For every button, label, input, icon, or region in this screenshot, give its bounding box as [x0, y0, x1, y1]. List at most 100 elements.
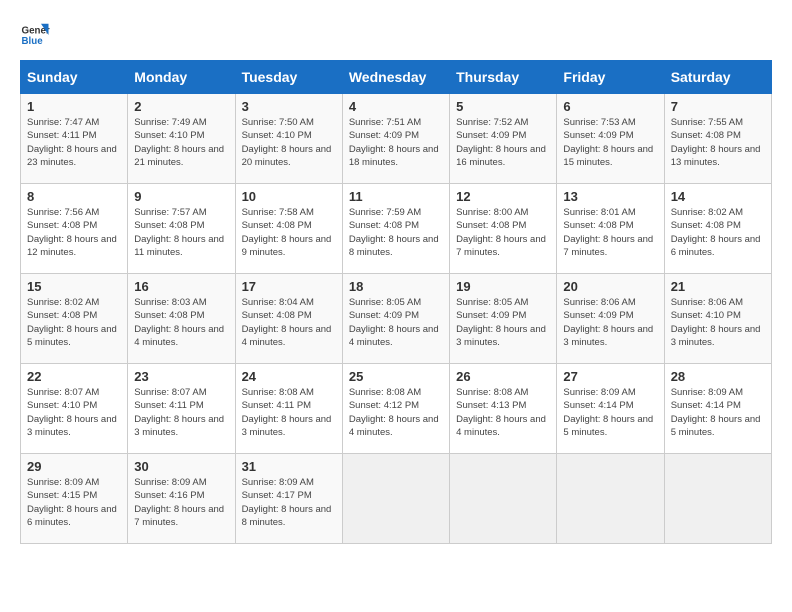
day-number: 20: [563, 279, 657, 294]
day-number: 8: [27, 189, 121, 204]
day-number: 14: [671, 189, 765, 204]
calendar-cell: 24 Sunrise: 8:08 AMSunset: 4:11 PMDayligh…: [235, 364, 342, 454]
calendar-cell: 26 Sunrise: 8:08 AMSunset: 4:13 PMDayligh…: [450, 364, 557, 454]
day-number: 17: [242, 279, 336, 294]
weekday-header: Friday: [557, 61, 664, 94]
day-number: 28: [671, 369, 765, 384]
day-number: 29: [27, 459, 121, 474]
day-info: Sunrise: 8:06 AMSunset: 4:10 PMDaylight:…: [671, 296, 765, 349]
calendar-cell: 11 Sunrise: 7:59 AMSunset: 4:08 PMDayligh…: [342, 184, 449, 274]
logo: General Blue: [20, 20, 50, 50]
calendar-cell: 2Sunrise: 7:49 AMSunset: 4:10 PMDaylight…: [128, 94, 235, 184]
day-info: Sunrise: 8:08 AMSunset: 4:13 PMDaylight:…: [456, 386, 550, 439]
weekday-header: Sunday: [21, 61, 128, 94]
calendar-cell: 16Sunrise: 8:03 AMSunset: 4:08 PMDayligh…: [128, 274, 235, 364]
day-info: Sunrise: 7:59 AMSunset: 4:08 PMDaylight:…: [349, 206, 443, 259]
day-number: 18: [349, 279, 443, 294]
day-number: 13: [563, 189, 657, 204]
calendar-cell: 22Sunrise: 8:07 AMSunset: 4:10 PMDayligh…: [21, 364, 128, 454]
day-number: 15: [27, 279, 121, 294]
calendar-cell: 10 Sunrise: 7:58 AMSunset: 4:08 PMDayligh…: [235, 184, 342, 274]
day-info: Sunrise: 8:05 AMSunset: 4:09 PMDaylight:…: [349, 296, 443, 349]
calendar-cell: 12 Sunrise: 8:00 AMSunset: 4:08 PMDayligh…: [450, 184, 557, 274]
day-number: 24: [242, 369, 336, 384]
weekday-header: Thursday: [450, 61, 557, 94]
day-info: Sunrise: 7:57 AMSunset: 4:08 PMDaylight:…: [134, 206, 228, 259]
day-info: Sunrise: 8:09 AMSunset: 4:15 PMDaylight:…: [27, 476, 121, 529]
day-info: Sunrise: 8:08 AMSunset: 4:11 PMDaylight:…: [242, 386, 336, 439]
day-number: 16: [134, 279, 228, 294]
day-info: Sunrise: 8:05 AMSunset: 4:09 PMDaylight:…: [456, 296, 550, 349]
calendar-cell: 13 Sunrise: 8:01 AMSunset: 4:08 PMDayligh…: [557, 184, 664, 274]
day-info: Sunrise: 7:51 AMSunset: 4:09 PMDaylight:…: [349, 116, 443, 169]
day-number: 30: [134, 459, 228, 474]
calendar-cell: 14Sunrise: 8:02 AMSunset: 4:08 PMDayligh…: [664, 184, 771, 274]
calendar-cell: 1 Sunrise: 7:47 AMSunset: 4:11 PMDaylight…: [21, 94, 128, 184]
day-info: Sunrise: 7:50 AMSunset: 4:10 PMDaylight:…: [242, 116, 336, 169]
day-number: 5: [456, 99, 550, 114]
calendar-cell: 27 Sunrise: 8:09 AMSunset: 4:14 PMDayligh…: [557, 364, 664, 454]
day-info: Sunrise: 8:00 AMSunset: 4:08 PMDaylight:…: [456, 206, 550, 259]
day-info: Sunrise: 7:52 AMSunset: 4:09 PMDaylight:…: [456, 116, 550, 169]
calendar-cell: 25 Sunrise: 8:08 AMSunset: 4:12 PMDayligh…: [342, 364, 449, 454]
day-info: Sunrise: 7:55 AMSunset: 4:08 PMDaylight:…: [671, 116, 765, 169]
calendar-cell: 30 Sunrise: 8:09 AMSunset: 4:16 PMDayligh…: [128, 454, 235, 544]
day-number: 22: [27, 369, 121, 384]
calendar-week-row: 22Sunrise: 8:07 AMSunset: 4:10 PMDayligh…: [21, 364, 772, 454]
calendar-cell: 28Sunrise: 8:09 AMSunset: 4:14 PMDayligh…: [664, 364, 771, 454]
calendar-cell: 6 Sunrise: 7:53 AMSunset: 4:09 PMDaylight…: [557, 94, 664, 184]
day-info: Sunrise: 8:09 AMSunset: 4:16 PMDaylight:…: [134, 476, 228, 529]
calendar: SundayMondayTuesdayWednesdayThursdayFrid…: [20, 60, 772, 544]
calendar-cell: 9 Sunrise: 7:57 AMSunset: 4:08 PMDaylight…: [128, 184, 235, 274]
day-number: 25: [349, 369, 443, 384]
weekday-header: Wednesday: [342, 61, 449, 94]
day-info: Sunrise: 7:58 AMSunset: 4:08 PMDaylight:…: [242, 206, 336, 259]
day-number: 12: [456, 189, 550, 204]
day-number: 3: [242, 99, 336, 114]
day-number: 10: [242, 189, 336, 204]
weekday-header: Tuesday: [235, 61, 342, 94]
calendar-week-row: 15 Sunrise: 8:02 AMSunset: 4:08 PMDayligh…: [21, 274, 772, 364]
calendar-cell: 18 Sunrise: 8:05 AMSunset: 4:09 PMDayligh…: [342, 274, 449, 364]
day-number: 26: [456, 369, 550, 384]
calendar-cell: [450, 454, 557, 544]
calendar-cell: [664, 454, 771, 544]
calendar-week-row: 1 Sunrise: 7:47 AMSunset: 4:11 PMDaylight…: [21, 94, 772, 184]
weekday-header: Monday: [128, 61, 235, 94]
calendar-cell: 21 Sunrise: 8:06 AMSunset: 4:10 PMDayligh…: [664, 274, 771, 364]
day-info: Sunrise: 8:08 AMSunset: 4:12 PMDaylight:…: [349, 386, 443, 439]
calendar-cell: 17 Sunrise: 8:04 AMSunset: 4:08 PMDayligh…: [235, 274, 342, 364]
day-info: Sunrise: 7:56 AMSunset: 4:08 PMDaylight:…: [27, 206, 121, 259]
calendar-week-row: 29 Sunrise: 8:09 AMSunset: 4:15 PMDayligh…: [21, 454, 772, 544]
calendar-cell: 5 Sunrise: 7:52 AMSunset: 4:09 PMDaylight…: [450, 94, 557, 184]
day-number: 2: [134, 99, 228, 114]
svg-text:Blue: Blue: [22, 36, 44, 47]
day-info: Sunrise: 7:47 AMSunset: 4:11 PMDaylight:…: [27, 116, 121, 169]
day-number: 19: [456, 279, 550, 294]
day-info: Sunrise: 7:53 AMSunset: 4:09 PMDaylight:…: [563, 116, 657, 169]
day-number: 27: [563, 369, 657, 384]
day-info: Sunrise: 8:01 AMSunset: 4:08 PMDaylight:…: [563, 206, 657, 259]
day-info: Sunrise: 8:09 AMSunset: 4:17 PMDaylight:…: [242, 476, 336, 529]
day-info: Sunrise: 8:07 AMSunset: 4:11 PMDaylight:…: [134, 386, 228, 439]
day-number: 4: [349, 99, 443, 114]
calendar-cell: 3 Sunrise: 7:50 AMSunset: 4:10 PMDaylight…: [235, 94, 342, 184]
header: General Blue: [20, 20, 772, 50]
day-number: 21: [671, 279, 765, 294]
calendar-cell: 7Sunrise: 7:55 AMSunset: 4:08 PMDaylight…: [664, 94, 771, 184]
day-number: 1: [27, 99, 121, 114]
calendar-cell: 23 Sunrise: 8:07 AMSunset: 4:11 PMDayligh…: [128, 364, 235, 454]
day-info: Sunrise: 8:04 AMSunset: 4:08 PMDaylight:…: [242, 296, 336, 349]
day-number: 11: [349, 189, 443, 204]
calendar-cell: [342, 454, 449, 544]
day-number: 23: [134, 369, 228, 384]
calendar-cell: 15 Sunrise: 8:02 AMSunset: 4:08 PMDayligh…: [21, 274, 128, 364]
calendar-cell: 8 Sunrise: 7:56 AMSunset: 4:08 PMDaylight…: [21, 184, 128, 274]
day-info: Sunrise: 8:09 AMSunset: 4:14 PMDaylight:…: [563, 386, 657, 439]
day-info: Sunrise: 8:02 AMSunset: 4:08 PMDaylight:…: [27, 296, 121, 349]
calendar-header-row: SundayMondayTuesdayWednesdayThursdayFrid…: [21, 61, 772, 94]
day-number: 9: [134, 189, 228, 204]
weekday-header: Saturday: [664, 61, 771, 94]
day-number: 6: [563, 99, 657, 114]
calendar-cell: 19 Sunrise: 8:05 AMSunset: 4:09 PMDayligh…: [450, 274, 557, 364]
